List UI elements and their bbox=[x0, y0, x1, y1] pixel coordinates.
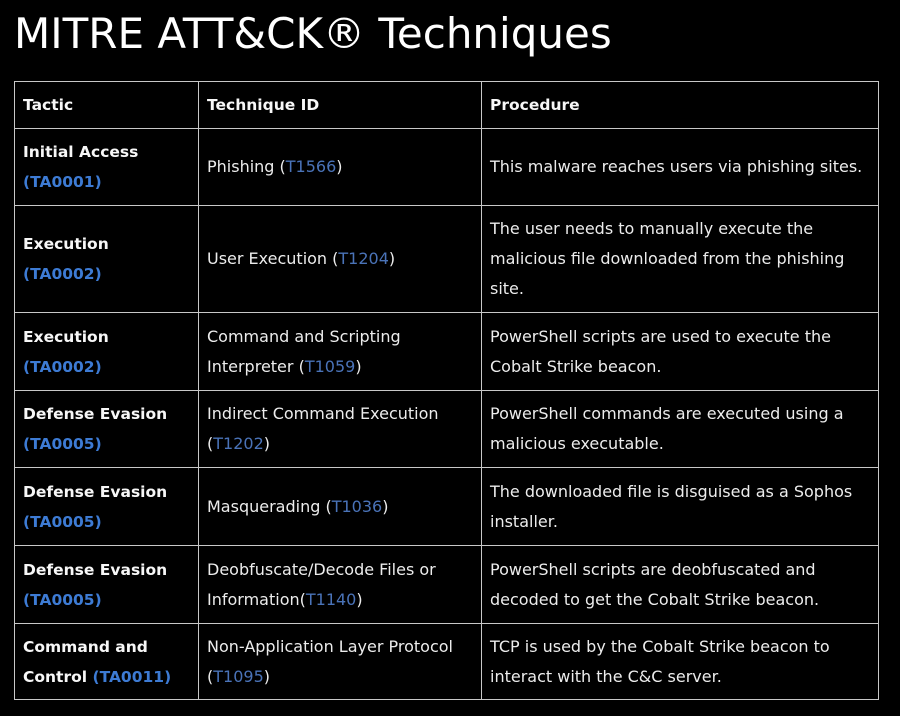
technique-name: User Execution ( bbox=[207, 249, 339, 268]
technique-name: Phishing ( bbox=[207, 157, 286, 176]
technique-close-paren: ) bbox=[355, 356, 362, 376]
tactic-name: Execution bbox=[23, 235, 109, 253]
header-tactic: Tactic bbox=[14, 81, 199, 129]
tactic-cell: Defense Evasion (TA0005) bbox=[14, 390, 199, 468]
table-row: Initial Access (TA0001) Phishing (T1566) … bbox=[14, 128, 879, 206]
page-title: MITRE ATT&CK® Techniques bbox=[14, 9, 612, 58]
technique-close-paren: ) bbox=[388, 249, 396, 268]
tactic-id-link[interactable]: (TA0011) bbox=[92, 668, 171, 686]
technique-id-link[interactable]: T1566 bbox=[286, 157, 337, 176]
technique-cell: Phishing (T1566) bbox=[198, 128, 482, 206]
tactic-cell: Execution (TA0002) bbox=[14, 312, 199, 391]
table-row: Command and Control (TA0011) Non-Applica… bbox=[14, 623, 879, 700]
technique-id-link[interactable]: T1204 bbox=[338, 249, 389, 268]
tactic-id-link[interactable]: (TA0002) bbox=[23, 358, 102, 376]
technique-cell: Deobfuscate/Decode Files or Information(… bbox=[198, 545, 482, 624]
tactic-id-link[interactable]: (TA0005) bbox=[23, 591, 102, 609]
tactic-cell: Command and Control (TA0011) bbox=[14, 623, 199, 700]
technique-cell: Masquerading (T1036) bbox=[198, 467, 482, 546]
header-procedure: Procedure bbox=[481, 81, 879, 129]
technique-close-paren: ) bbox=[382, 496, 389, 516]
table-row: Execution (TA0002) User Execution (T1204… bbox=[14, 205, 879, 313]
tactic-name: Execution bbox=[23, 327, 109, 346]
header-technique-id: Technique ID bbox=[198, 81, 482, 129]
technique-id-link[interactable]: T1059 bbox=[305, 357, 356, 376]
procedure-cell: This malware reaches users via phishing … bbox=[481, 128, 879, 206]
tactic-id-link[interactable]: (TA0005) bbox=[23, 513, 102, 531]
table-row: Execution (TA0002) Command and Scripting… bbox=[14, 312, 879, 391]
technique-id-link[interactable]: T1202 bbox=[213, 434, 264, 453]
tactic-cell: Execution (TA0002) bbox=[14, 205, 199, 313]
tactic-cell: Defense Evasion (TA0005) bbox=[14, 545, 199, 624]
technique-id-link[interactable]: T1140 bbox=[306, 590, 357, 609]
tactic-name: Defense Evasion bbox=[23, 560, 168, 579]
technique-id-link[interactable]: T1036 bbox=[332, 497, 383, 516]
table-row: Defense Evasion (TA0005) Masquerading (T1… bbox=[14, 467, 879, 546]
procedure-cell: TCP is used by the Cobalt Strike beacon … bbox=[481, 623, 879, 700]
tactic-cell: Initial Access (TA0001) bbox=[14, 128, 199, 206]
technique-close-paren: ) bbox=[336, 157, 343, 176]
technique-cell: Non-Application Layer Protocol (T1095) bbox=[198, 623, 482, 700]
tactic-id-link[interactable]: (TA0005) bbox=[23, 435, 102, 453]
technique-close-paren: ) bbox=[263, 666, 270, 686]
technique-cell: User Execution (T1204) bbox=[198, 205, 482, 313]
procedure-cell: PowerShell scripts are used to execute t… bbox=[481, 312, 879, 391]
technique-cell: Command and Scripting Interpreter (T1059… bbox=[198, 312, 482, 391]
tactic-name: Initial Access bbox=[23, 143, 139, 161]
technique-close-paren: ) bbox=[263, 434, 270, 453]
tactic-id-link[interactable]: (TA0001) bbox=[23, 173, 102, 191]
tactic-name: Defense Evasion bbox=[23, 405, 168, 423]
technique-cell: Indirect Command Execution (T1202) bbox=[198, 390, 482, 468]
procedure-cell: PowerShell scripts are deobfuscated and … bbox=[481, 545, 879, 624]
procedure-cell: PowerShell commands are executed using a… bbox=[481, 390, 879, 468]
technique-id-link[interactable]: T1095 bbox=[213, 667, 264, 686]
technique-name: Masquerading ( bbox=[207, 496, 332, 516]
tactic-name: Defense Evasion bbox=[23, 482, 168, 501]
procedure-cell: The user needs to manually execute the m… bbox=[481, 205, 879, 313]
tactic-id-link[interactable]: (TA0002) bbox=[23, 265, 102, 283]
tactic-cell: Defense Evasion (TA0005) bbox=[14, 467, 199, 546]
table-row: Defense Evasion (TA0005) Deobfuscate/Deco… bbox=[14, 545, 879, 624]
procedure-cell: The downloaded file is disguised as a So… bbox=[481, 467, 879, 546]
table-header-row: Tactic Technique ID Procedure bbox=[14, 81, 879, 129]
table-row: Defense Evasion (TA0005) Indirect Command… bbox=[14, 390, 879, 468]
technique-close-paren: ) bbox=[356, 589, 363, 609]
mitre-techniques-table: Tactic Technique ID Procedure Initial Ac… bbox=[14, 81, 879, 700]
